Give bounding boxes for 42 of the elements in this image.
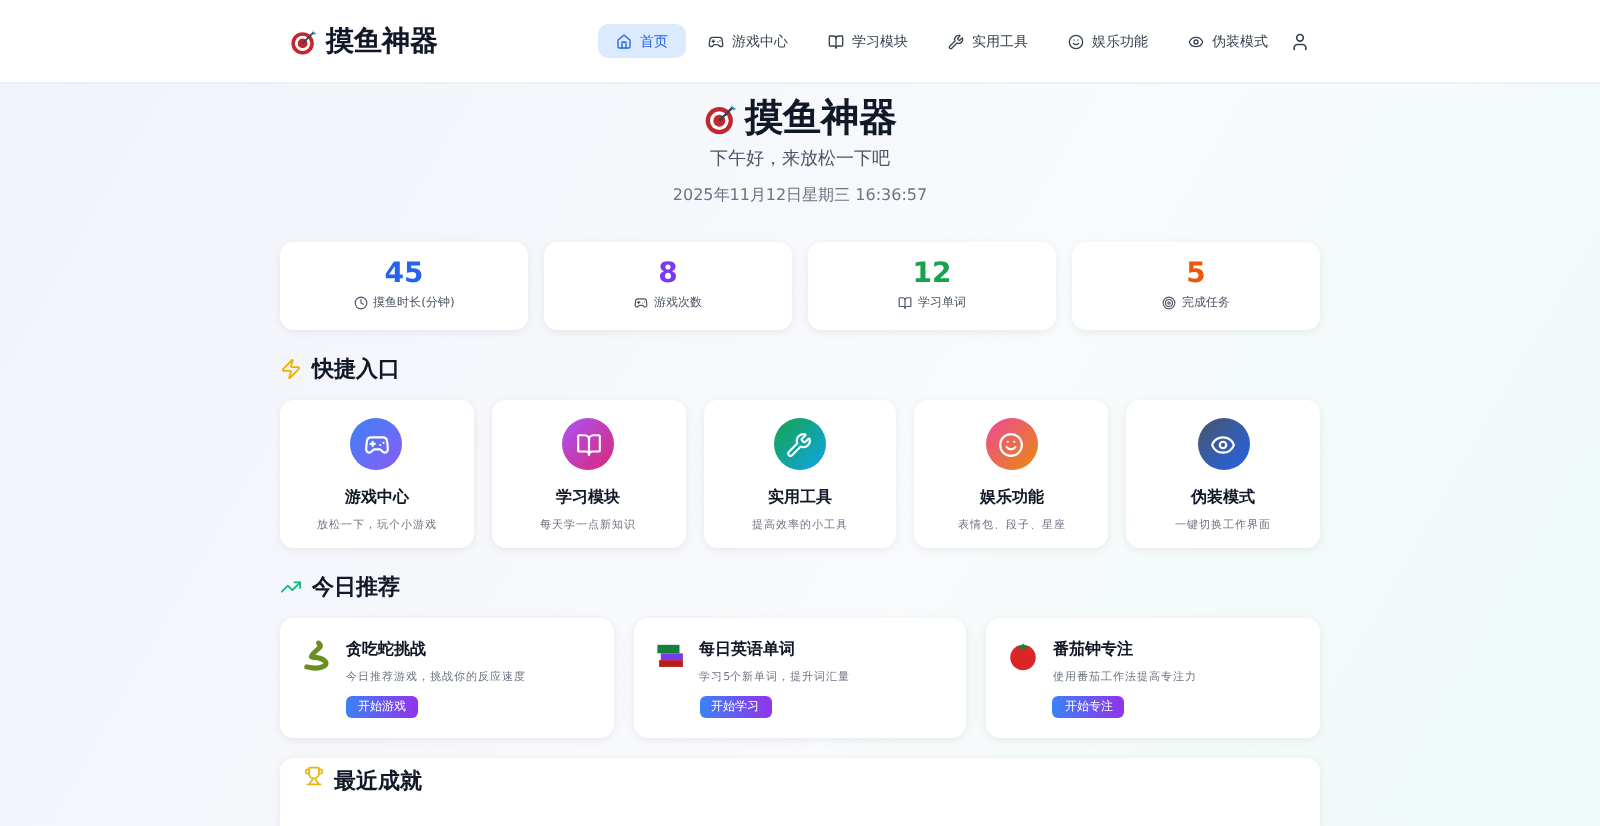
eye-icon bbox=[1188, 33, 1204, 49]
home-icon bbox=[616, 33, 632, 49]
book-icon bbox=[575, 431, 602, 457]
section-title: 快捷入口 bbox=[312, 354, 400, 384]
target-icon bbox=[1162, 296, 1176, 310]
entry-title: 伪装模式 bbox=[1191, 486, 1256, 508]
hero-title: 摸鱼神器 bbox=[745, 94, 897, 144]
dartboard-icon bbox=[290, 27, 318, 55]
smile-icon bbox=[1068, 33, 1084, 49]
gamepad-icon bbox=[708, 33, 724, 49]
brand-name: 摸鱼神器 bbox=[326, 23, 438, 59]
lightning-icon bbox=[280, 358, 302, 380]
section-title: 最近成就 bbox=[334, 766, 422, 796]
clock-icon bbox=[353, 296, 368, 310]
smile-icon bbox=[998, 431, 1025, 457]
recommendation-title: 番茄钟专注 bbox=[1052, 638, 1133, 660]
tomato-icon bbox=[1006, 638, 1041, 672]
recommendation-title: 每日英语单词 bbox=[699, 638, 796, 660]
stat-value: 8 bbox=[658, 260, 678, 288]
stat-value: 45 bbox=[384, 260, 424, 288]
gamepad-icon bbox=[634, 296, 648, 310]
greeting-text: 下午好，来放松一下吧 bbox=[710, 147, 890, 172]
wrench-icon bbox=[786, 431, 813, 457]
dartboard-icon bbox=[703, 101, 737, 135]
entry-title: 实用工具 bbox=[767, 486, 832, 508]
recommendation-title: 贪吃蛇挑战 bbox=[346, 638, 426, 660]
stat-value: 5 bbox=[1186, 260, 1206, 288]
trophy-icon bbox=[304, 766, 324, 786]
entry-title: 娱乐功能 bbox=[979, 486, 1044, 508]
entry-title: 学习模块 bbox=[556, 486, 621, 508]
trending-up-icon bbox=[280, 576, 302, 598]
user-icon[interactable] bbox=[1290, 31, 1310, 51]
date-time-text: 2025年11月12日星期三 16:36:57 bbox=[672, 184, 928, 206]
gamepad-icon bbox=[363, 431, 390, 457]
book-icon bbox=[828, 33, 844, 49]
snake-icon bbox=[300, 638, 334, 672]
section-title: 今日推荐 bbox=[312, 572, 400, 602]
entry-title: 游戏中心 bbox=[344, 486, 409, 508]
wrench-icon bbox=[948, 33, 964, 49]
book-icon bbox=[898, 296, 912, 310]
stat-value: 12 bbox=[912, 260, 952, 288]
eye-icon bbox=[1210, 431, 1237, 457]
